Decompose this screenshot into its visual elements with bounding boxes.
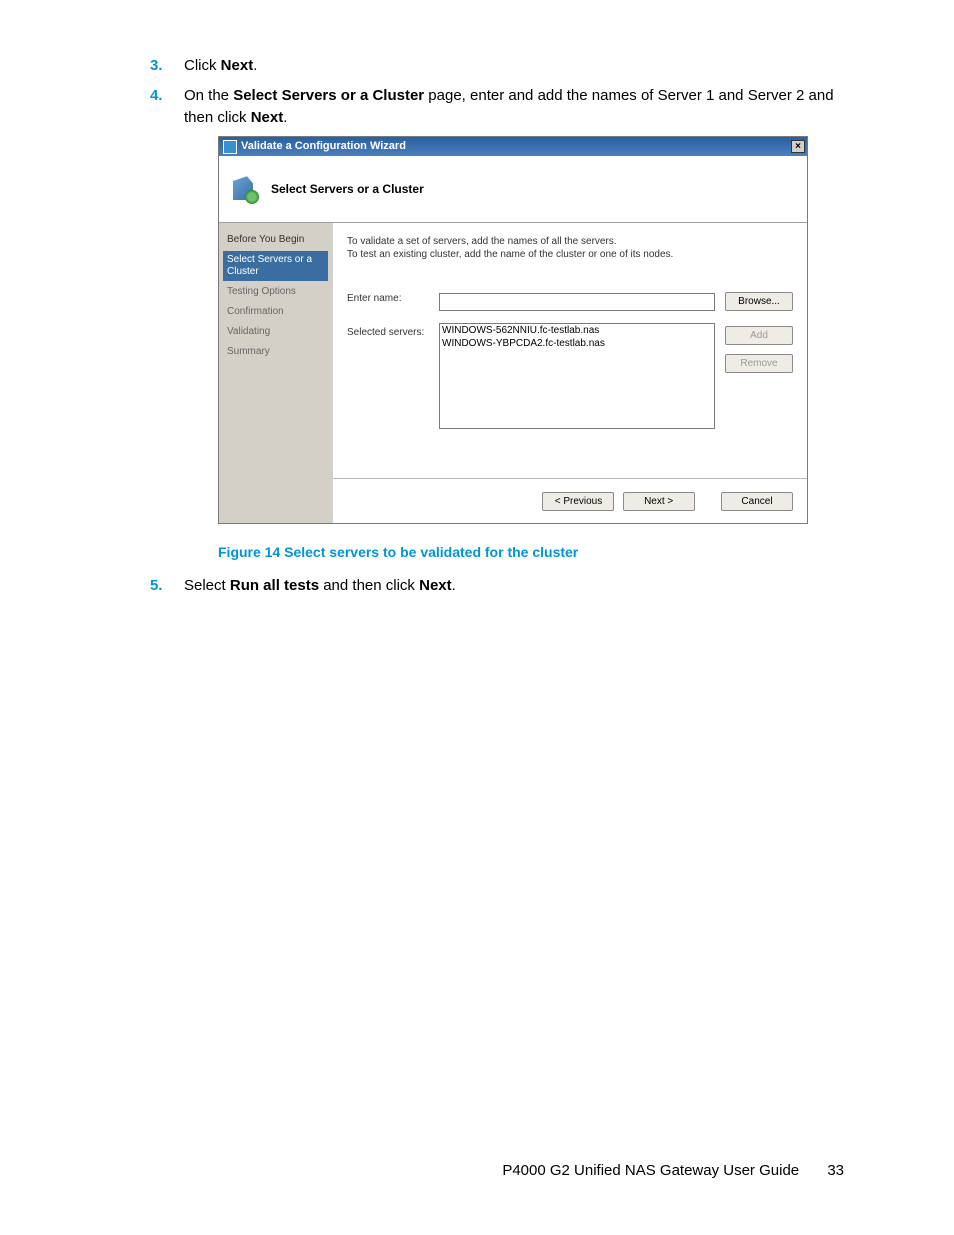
document-page: 3. Click Next. 4. On the Select Servers … xyxy=(0,0,954,1235)
wizard-titlebar-icon xyxy=(223,140,237,154)
step-text: Click Next. xyxy=(184,57,257,74)
nav-summary: Summary xyxy=(223,343,328,361)
doc-title: P4000 G2 Unified NAS Gateway User Guide xyxy=(502,1162,799,1179)
list-item[interactable]: WINDOWS-562NNIU.fc-testlab.nas xyxy=(442,325,712,338)
wizard-titlebar: Validate a Configuration Wizard × xyxy=(219,137,807,156)
step-text: Select Run all tests and then click Next… xyxy=(184,577,456,594)
wizard-nav: Before You Begin Select Servers or a Clu… xyxy=(219,223,333,523)
wizard-header: Select Servers or a Cluster xyxy=(219,156,807,223)
wizard-header-title: Select Servers or a Cluster xyxy=(271,181,424,198)
wizard-instructions: To validate a set of servers, add the na… xyxy=(347,235,793,261)
selected-servers-list[interactable]: WINDOWS-562NNIU.fc-testlab.nas WINDOWS-Y… xyxy=(439,323,715,429)
wizard-button-bar: < Previous Next > Cancel xyxy=(333,478,807,523)
step-text: On the Select Servers or a Cluster page,… xyxy=(184,87,834,126)
page-number: 33 xyxy=(827,1162,844,1179)
browse-button[interactable]: Browse... xyxy=(725,292,793,311)
add-button[interactable]: Add xyxy=(725,326,793,345)
step-3: 3. Click Next. xyxy=(150,55,844,77)
step-number: 4. xyxy=(150,85,163,107)
nav-confirmation: Confirmation xyxy=(223,303,328,321)
list-item[interactable]: WINDOWS-YBPCDA2.fc-testlab.nas xyxy=(442,338,712,351)
selected-servers-label: Selected servers: xyxy=(347,323,439,341)
step-5: 5. Select Run all tests and then click N… xyxy=(150,575,844,597)
step-4: 4. On the Select Servers or a Cluster pa… xyxy=(150,85,844,563)
next-button[interactable]: Next > xyxy=(623,492,695,511)
nav-validating: Validating xyxy=(223,323,328,341)
wizard-body: Before You Begin Select Servers or a Clu… xyxy=(219,223,807,523)
step-number: 3. xyxy=(150,55,163,77)
cancel-button[interactable]: Cancel xyxy=(721,492,793,511)
enter-name-label: Enter name: xyxy=(347,289,439,307)
selected-servers-row: Selected servers: WINDOWS-562NNIU.fc-tes… xyxy=(347,323,793,429)
server-name-input[interactable] xyxy=(439,293,715,311)
figure-caption: Figure 14 Select servers to be validated… xyxy=(218,542,844,562)
nav-select-servers[interactable]: Select Servers or a Cluster xyxy=(223,251,328,281)
enter-name-row: Enter name: Browse... xyxy=(347,289,793,317)
close-icon[interactable]: × xyxy=(791,140,805,153)
wizard-dialog: Validate a Configuration Wizard × Select… xyxy=(218,136,808,524)
step-list: 3. Click Next. 4. On the Select Servers … xyxy=(150,55,844,596)
step-number: 5. xyxy=(150,575,163,597)
wizard-title: Validate a Configuration Wizard xyxy=(241,139,406,155)
previous-button[interactable]: < Previous xyxy=(542,492,614,511)
remove-button[interactable]: Remove xyxy=(725,354,793,373)
wizard-main: To validate a set of servers, add the na… xyxy=(333,223,807,523)
enter-name-control xyxy=(439,289,715,311)
nav-testing-options: Testing Options xyxy=(223,283,328,301)
instruction-line: To validate a set of servers, add the na… xyxy=(347,235,793,248)
page-footer: P4000 G2 Unified NAS Gateway User Guide … xyxy=(502,1162,844,1179)
instruction-line: To test an existing cluster, add the nam… xyxy=(347,248,793,261)
nav-before-you-begin[interactable]: Before You Begin xyxy=(223,231,328,249)
wizard-header-icon xyxy=(229,174,259,204)
